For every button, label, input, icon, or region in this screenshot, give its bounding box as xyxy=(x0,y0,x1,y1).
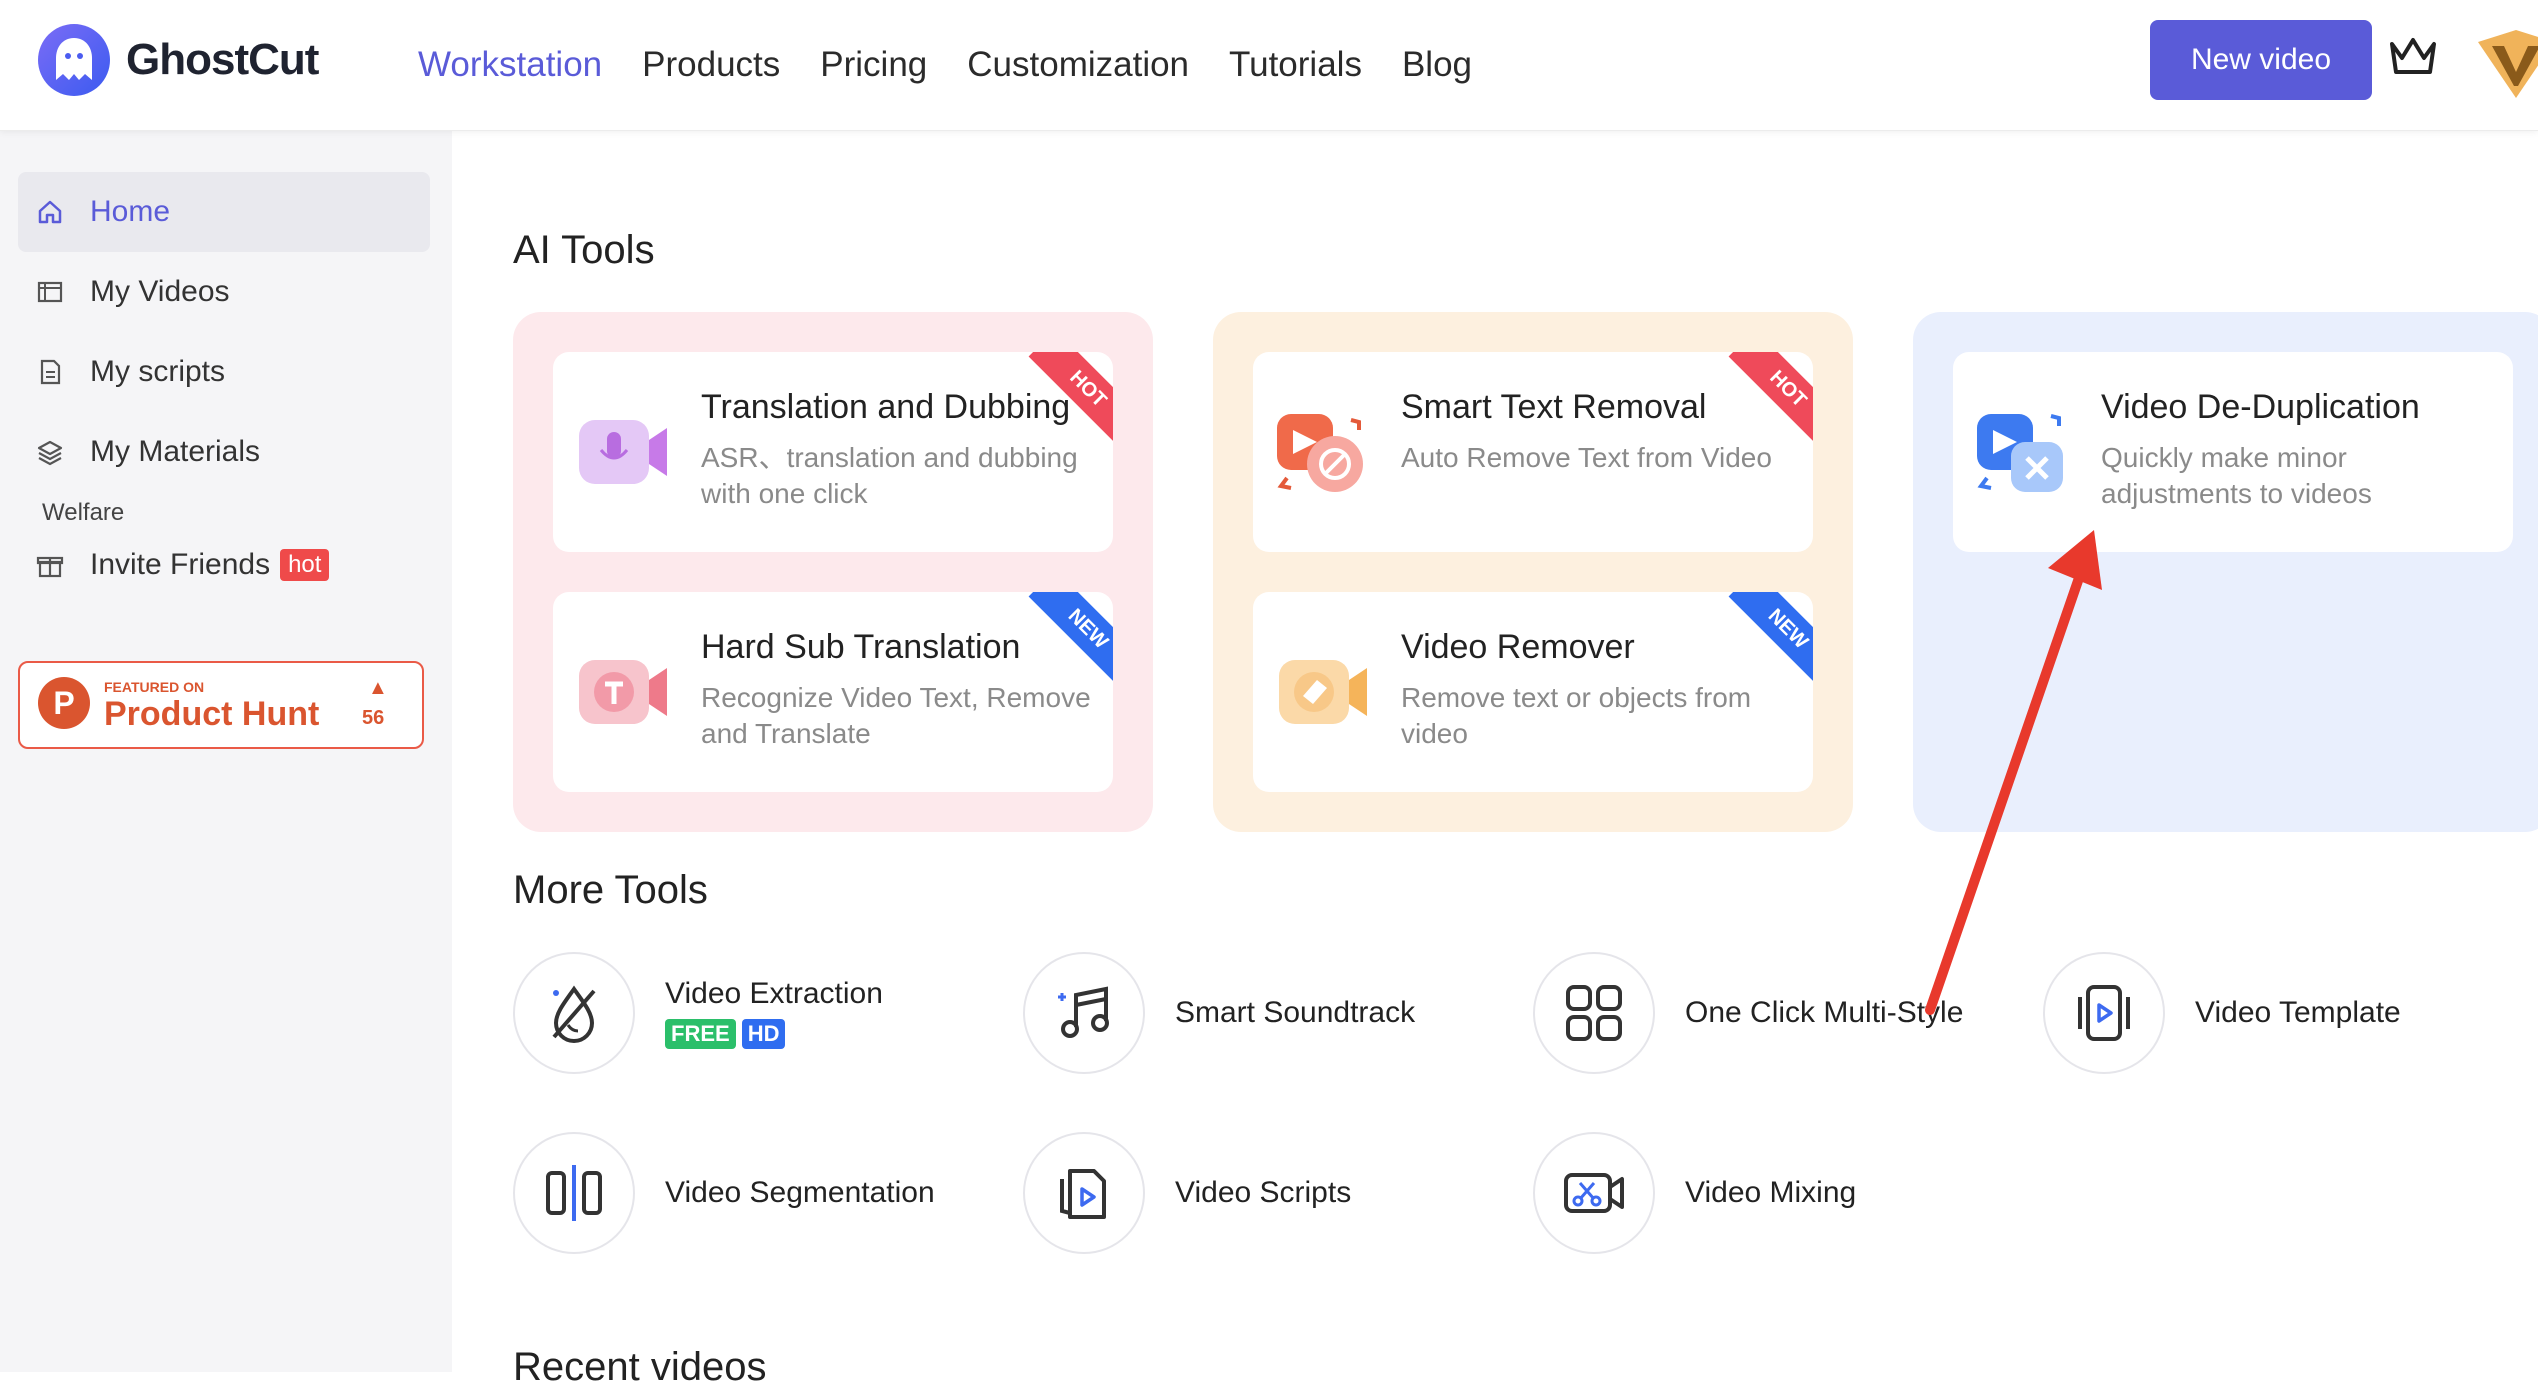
main-nav: Workstation Products Pricing Customizati… xyxy=(418,40,1512,90)
tool-name: Video Segmentation xyxy=(665,1176,935,1209)
nav-customization[interactable]: Customization xyxy=(967,40,1189,90)
card-hard-sub-translation[interactable]: Hard Sub Translation Recognize Video Tex… xyxy=(553,592,1113,792)
sidebar-item-my-scripts[interactable]: My scripts xyxy=(18,332,430,412)
new-ribbon: NEW xyxy=(1028,592,1113,689)
upvote-count: 56 xyxy=(362,707,385,729)
nav-workstation[interactable]: Workstation xyxy=(418,40,602,90)
sidebar-item-label: My Materials xyxy=(90,435,261,468)
tool-name: Video Extraction xyxy=(665,977,883,1010)
sidebar-item-label: My Videos xyxy=(90,275,230,308)
extraction-icon xyxy=(513,952,635,1074)
music-note-icon xyxy=(1023,952,1145,1074)
eraser-video-icon xyxy=(1273,642,1373,742)
product-hunt-name: Product Hunt xyxy=(104,695,320,733)
hot-badge: hot xyxy=(280,549,330,581)
ghost-logo-icon xyxy=(38,24,110,96)
segmentation-icon xyxy=(513,1132,635,1254)
card-title: Translation and Dubbing xyxy=(701,388,1071,426)
tool-smart-soundtrack[interactable]: Smart Soundtrack xyxy=(1023,952,1415,1074)
card-title: Video Remover xyxy=(1401,628,1635,666)
gift-icon xyxy=(36,551,70,579)
recent-videos-title: Recent videos xyxy=(513,1345,767,1389)
ai-tool-group-translation: Translation and Dubbing ASR、translation … xyxy=(513,312,1153,832)
sidebar-item-home[interactable]: Home xyxy=(18,172,430,252)
film-icon xyxy=(36,278,70,306)
top-header: GhostCut Workstation Products Pricing Cu… xyxy=(0,0,2538,131)
upvote-icon: ▲ xyxy=(368,677,388,699)
brand-name: GhostCut xyxy=(126,35,319,84)
hd-tag: HD xyxy=(741,1019,786,1049)
tool-name: Video Template xyxy=(2195,996,2401,1029)
script-icon xyxy=(1023,1132,1145,1254)
card-video-remover[interactable]: Video Remover Remove text or objects fro… xyxy=(1253,592,1813,792)
card-title: Hard Sub Translation xyxy=(701,628,1021,666)
avatar[interactable] xyxy=(2476,22,2538,102)
card-translation-dubbing[interactable]: Translation and Dubbing ASR、translation … xyxy=(553,352,1113,552)
card-title: Video De-Duplication xyxy=(2101,388,2420,426)
card-desc: Remove text or objects from video xyxy=(1401,682,1752,749)
new-video-button[interactable]: New video xyxy=(2150,20,2372,100)
tool-name: Smart Soundtrack xyxy=(1175,996,1416,1029)
ai-tool-group-removal: Smart Text Removal Auto Remove Text from… xyxy=(1213,312,1853,832)
nav-tutorials[interactable]: Tutorials xyxy=(1229,40,1362,90)
crown-icon[interactable] xyxy=(2388,34,2438,85)
tool-name: Video Scripts xyxy=(1175,1176,1352,1209)
new-ribbon: NEW xyxy=(1728,592,1813,689)
tool-video-extraction[interactable]: Video Extraction FREE HD xyxy=(513,952,883,1074)
nav-blog[interactable]: Blog xyxy=(1402,40,1472,90)
ai-tool-group-deduplication: Video De-Duplication Quickly make minor … xyxy=(1913,312,2538,832)
sidebar-item-my-videos[interactable]: My Videos xyxy=(18,252,430,332)
product-hunt-badge[interactable]: P FEATURED ON Product Hunt ▲ 56 xyxy=(18,661,424,749)
hot-ribbon: HOT xyxy=(1728,352,1813,449)
more-tools-title: More Tools xyxy=(513,868,708,912)
home-icon xyxy=(36,198,70,226)
card-desc: Auto Remove Text from Video xyxy=(1401,442,1772,473)
card-desc: ASR、translation and dubbing with one cli… xyxy=(701,442,1078,509)
tool-video-segmentation[interactable]: Video Segmentation xyxy=(513,1132,935,1254)
nav-products[interactable]: Products xyxy=(642,40,780,90)
tool-video-template[interactable]: Video Template xyxy=(2043,952,2401,1074)
document-icon xyxy=(36,358,70,386)
card-smart-text-removal[interactable]: Smart Text Removal Auto Remove Text from… xyxy=(1253,352,1813,552)
sidebar-item-label: Home xyxy=(90,195,171,228)
tool-name: Video Mixing xyxy=(1685,1176,1857,1209)
tool-name: One Click Multi-Style xyxy=(1685,996,1964,1029)
deduplication-icon xyxy=(1973,402,2073,502)
text-video-icon xyxy=(573,642,673,742)
sidebar-item-label: My scripts xyxy=(90,355,225,388)
welfare-label: Welfare xyxy=(42,499,125,526)
nav-pricing[interactable]: Pricing xyxy=(820,40,927,90)
text-removal-icon xyxy=(1273,402,1373,502)
microphone-video-icon xyxy=(573,402,673,502)
sidebar-item-invite-friends[interactable]: Invite Friends hot xyxy=(18,525,430,605)
card-desc: Recognize Video Text, Remove and Transla… xyxy=(701,682,1091,749)
tool-one-click-multi-style[interactable]: One Click Multi-Style xyxy=(1533,952,1963,1074)
product-hunt-featured: FEATURED ON xyxy=(104,679,205,695)
grid-icon xyxy=(1533,952,1655,1074)
card-title: Smart Text Removal xyxy=(1401,388,1707,426)
tool-video-scripts[interactable]: Video Scripts xyxy=(1023,1132,1351,1254)
tool-video-mixing[interactable]: Video Mixing xyxy=(1533,1132,1856,1254)
sidebar-item-my-materials[interactable]: My Materials xyxy=(18,412,430,492)
logo[interactable]: GhostCut xyxy=(38,24,319,96)
card-video-deduplication[interactable]: Video De-Duplication Quickly make minor … xyxy=(1953,352,2513,552)
layers-icon xyxy=(36,438,70,466)
product-hunt-icon: P xyxy=(38,677,90,729)
template-icon xyxy=(2043,952,2165,1074)
ai-tools-title: AI Tools xyxy=(513,228,655,272)
mixing-icon xyxy=(1533,1132,1655,1254)
sidebar: Home My Videos My scripts My Materials W… xyxy=(0,131,452,1372)
card-desc: Quickly make minor adjustments to videos xyxy=(2101,442,2372,509)
free-tag: FREE xyxy=(665,1019,736,1049)
sidebar-item-label: Invite Friends xyxy=(90,548,271,581)
